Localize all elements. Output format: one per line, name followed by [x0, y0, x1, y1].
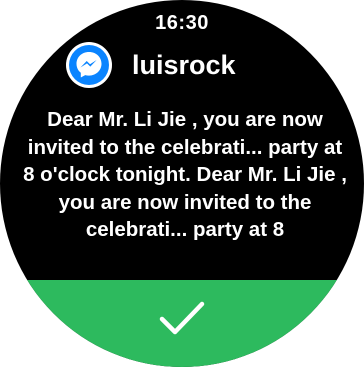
- message-text: Dear Mr. Li Jie , you are now invited to…: [23, 108, 347, 241]
- watch-screen: 16:30 luisrock Dear Mr. Li Jie , you are…: [0, 0, 364, 367]
- messenger-icon: [66, 42, 112, 88]
- confirm-button[interactable]: [0, 280, 364, 367]
- sender-name: luisrock: [132, 49, 236, 80]
- status-time: 16:30: [155, 12, 209, 34]
- checkmark-icon: [159, 301, 205, 335]
- notification-header: luisrock: [66, 42, 236, 88]
